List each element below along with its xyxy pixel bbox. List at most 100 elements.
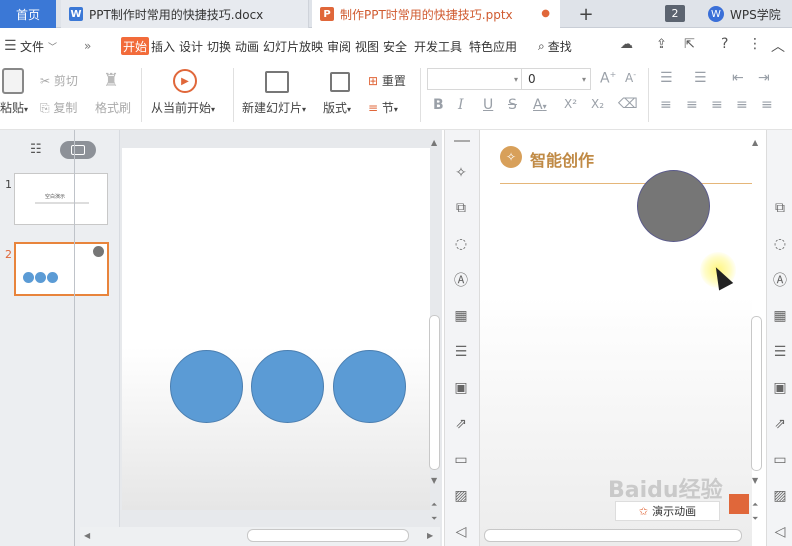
menu-start[interactable]: 开始 [121, 37, 150, 55]
reset-button[interactable]: ⊞ 重置 [368, 72, 406, 89]
new-slide-button[interactable]: 新建幻灯片▾ [242, 99, 306, 116]
replace-icon[interactable]: ⧉ [770, 198, 790, 218]
play-icon[interactable]: ▶ [173, 69, 197, 93]
picture-icon[interactable]: ▣ [451, 378, 471, 398]
menu-view[interactable]: 视图 [353, 37, 381, 55]
adjust-icon[interactable]: ☰ [770, 342, 790, 362]
audio-icon[interactable]: ◁ [770, 522, 790, 542]
replace-icon[interactable]: ⧉ [451, 198, 471, 218]
menu-review[interactable]: 审阅 [325, 37, 353, 55]
window-count-badge[interactable]: 2 [665, 5, 685, 22]
scroll-up-icon[interactable]: ▲ [431, 138, 437, 147]
thumbnail-view-toggle[interactable] [60, 141, 96, 159]
scroll-right-icon[interactable]: ▶ [427, 531, 433, 540]
panel-splitter[interactable] [74, 130, 75, 546]
shapes-icon[interactable]: ◌ [451, 234, 471, 254]
text-style-icon[interactable]: Ⓐ [770, 270, 790, 290]
horizontal-scrollbar-thumb[interactable] [247, 529, 409, 542]
export-icon[interactable]: ⇱ [684, 37, 695, 52]
hamburger-icon[interactable]: ☰ [4, 38, 17, 54]
layout-button[interactable]: 版式▾ [323, 99, 351, 116]
format-painter-button[interactable]: 格式刷 [95, 99, 131, 116]
subscript-button[interactable]: X₂ [591, 97, 604, 111]
pane-scroll-down-icon[interactable]: ▼ [752, 476, 758, 485]
archive-icon[interactable]: ▭ [451, 450, 471, 470]
cut-button[interactable]: ✂ 剪切 [40, 72, 78, 89]
bold-button[interactable]: B [433, 97, 444, 113]
menu-slideshow[interactable]: 幻灯片放映 [261, 37, 325, 55]
export-icon[interactable]: ⇗ [451, 414, 471, 434]
pane-next-icon[interactable]: ⏷ [752, 514, 758, 524]
align-right-icon[interactable]: ≡ [711, 97, 723, 113]
menu-file[interactable]: 文件 ﹀ [18, 37, 59, 55]
font-grow-button[interactable]: A+ [600, 70, 616, 87]
blue-circle-1[interactable] [170, 350, 243, 423]
previous-slide-icon[interactable]: ⏶ [431, 500, 437, 510]
menu-animation[interactable]: 动画 [233, 37, 261, 55]
slide-canvas[interactable] [122, 148, 430, 510]
menu-special[interactable]: 特色应用 [467, 37, 519, 55]
scroll-down-icon[interactable]: ▼ [431, 476, 437, 485]
new-slide-icon[interactable] [265, 71, 289, 93]
italic-button[interactable]: I [458, 97, 464, 113]
image-icon[interactable]: ▨ [770, 486, 790, 506]
collapse-ribbon-icon[interactable]: ︿ [771, 36, 785, 56]
menu-transition[interactable]: 切换 [205, 37, 233, 55]
image-icon[interactable]: ▨ [451, 486, 471, 506]
copy-button[interactable]: ⎘ 复制 [40, 99, 77, 116]
increase-indent-icon[interactable]: ⇥ [758, 70, 770, 86]
help-button[interactable]: ? [721, 36, 728, 52]
tab-pptx-document[interactable]: P 制作PPT时常用的快捷技巧.pptx ● [312, 0, 560, 28]
superscript-button[interactable]: X² [564, 97, 577, 111]
audio-icon[interactable]: ◁ [451, 522, 471, 542]
gray-circle[interactable] [637, 170, 710, 242]
pane-prev-icon[interactable]: ⏶ [752, 500, 758, 510]
pane-horizontal-scrollbar[interactable] [484, 529, 742, 542]
vertical-scrollbar-thumb[interactable] [429, 315, 440, 470]
decrease-indent-icon[interactable]: ⇤ [732, 70, 744, 86]
section-button[interactable]: ≡ 节▾ [368, 99, 398, 116]
text-style-icon[interactable]: Ⓐ [451, 270, 471, 290]
menu-search[interactable]: ⌕ 查找 [536, 37, 574, 55]
font-shrink-button[interactable]: A- [625, 70, 636, 85]
underline-button[interactable]: U [483, 97, 493, 113]
slide-thumbnail-1[interactable]: 空白演示 [14, 173, 108, 225]
new-tab-button[interactable]: + [574, 2, 598, 26]
share-icon[interactable]: ⇪ [656, 37, 667, 52]
menu-insert[interactable]: 插入 [149, 37, 177, 55]
font-name-select[interactable]: ▾ [427, 68, 523, 90]
more-options-icon[interactable]: ⋮ [748, 36, 762, 52]
numbered-list-icon[interactable]: ☰ [694, 70, 707, 86]
demo-animation-button[interactable]: ✩ 演示动画 [615, 501, 720, 521]
slide-thumbnail-2[interactable] [14, 242, 109, 296]
menu-design[interactable]: 设计 [177, 37, 205, 55]
archive-icon[interactable]: ▭ [770, 450, 790, 470]
menu-developer[interactable]: 开发工具 [412, 37, 464, 55]
pane-scrollbar-thumb[interactable] [751, 316, 762, 471]
font-color-button[interactable]: A▾ [533, 97, 547, 113]
blue-circle-3[interactable] [333, 350, 406, 423]
tab-home[interactable]: 首页 [0, 0, 56, 28]
align-center-icon[interactable]: ≡ [686, 97, 698, 113]
distribute-icon[interactable]: ≡ [761, 97, 773, 113]
wps-academy-link[interactable]: W WPS学院 [708, 0, 781, 28]
picture-icon[interactable]: ▣ [770, 378, 790, 398]
justify-icon[interactable]: ≡ [736, 97, 748, 113]
tab-docx-document[interactable]: W PPT制作时常用的快捷技巧.docx [61, 0, 309, 28]
more-menus-button[interactable]: » [82, 37, 93, 55]
shapes-icon[interactable]: ◌ [770, 234, 790, 254]
cloud-sync-icon[interactable]: ☁ [620, 37, 633, 52]
smart-create-icon[interactable]: ✧ [451, 163, 471, 183]
blue-circle-2[interactable] [251, 350, 324, 423]
scroll-left-icon[interactable]: ◀ [84, 531, 90, 540]
outline-view-icon[interactable]: ☷ [30, 142, 42, 157]
grid-icon[interactable]: ▦ [770, 306, 790, 326]
clear-format-icon[interactable]: ⌫ [618, 96, 638, 112]
paste-button[interactable]: 粘贴▾ [0, 99, 28, 116]
align-left-icon[interactable]: ≡ [660, 97, 672, 113]
adjust-icon[interactable]: ☰ [451, 342, 471, 362]
menu-security[interactable]: 安全 [381, 37, 409, 55]
layout-icon[interactable] [330, 72, 350, 92]
next-slide-icon[interactable]: ⏷ [431, 514, 437, 524]
pane-scroll-up-icon[interactable]: ▲ [752, 138, 758, 147]
